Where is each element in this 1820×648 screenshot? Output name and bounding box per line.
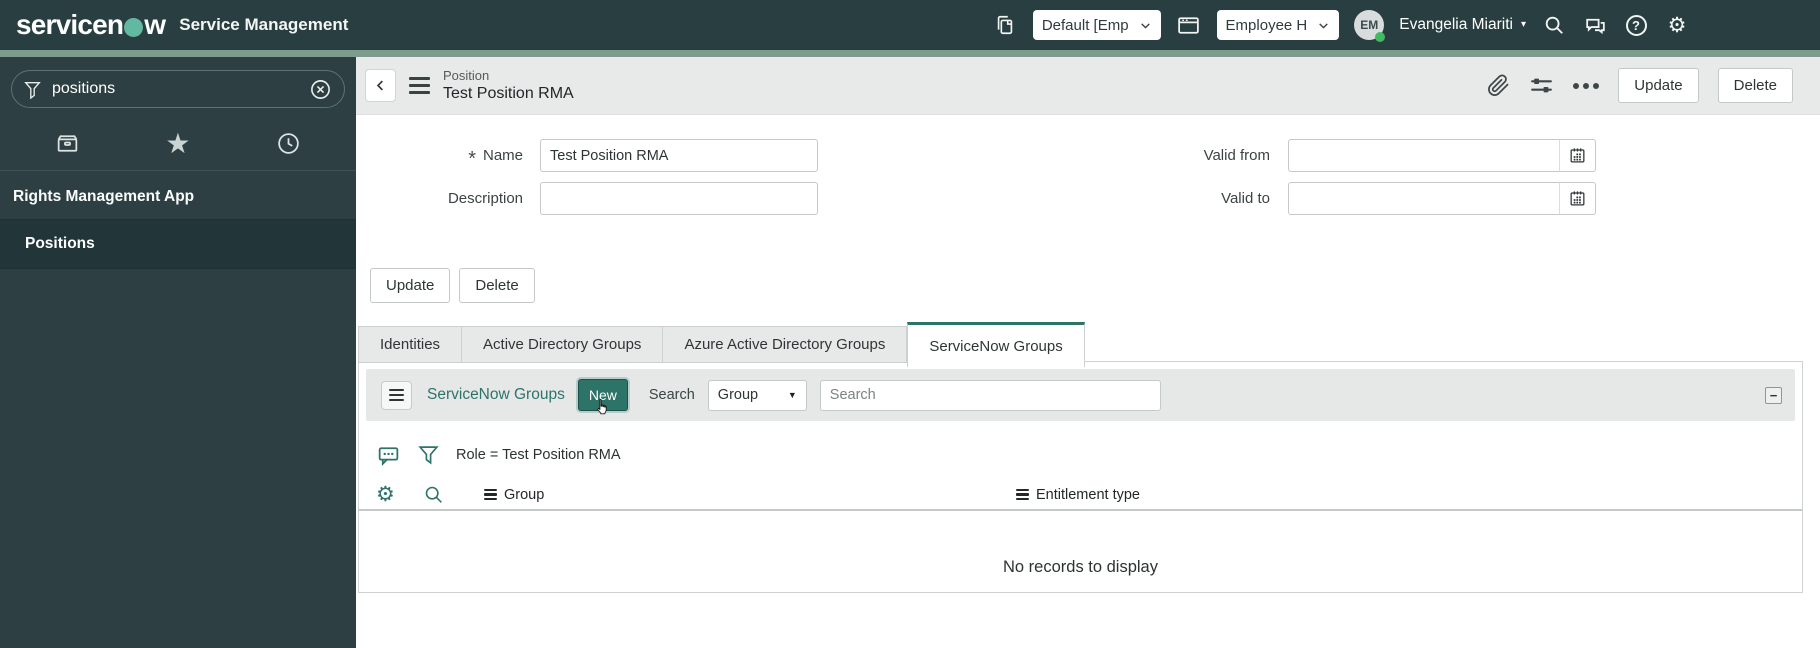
form-delete-button[interactable]: Delete <box>459 268 534 303</box>
record-type: Position <box>443 68 574 84</box>
banner-controls: Default [Emp Employee H EM Evangelia Mia… <box>992 0 1690 50</box>
column-menu-icon <box>484 489 497 501</box>
clear-filter-icon[interactable] <box>309 78 332 101</box>
list-menu-icon[interactable] <box>381 381 412 410</box>
valid-from-label: Valid from <box>1102 147 1270 164</box>
search-column-value: Group <box>718 387 758 403</box>
new-button[interactable]: New <box>578 379 628 411</box>
column-search-icon[interactable] <box>423 484 444 505</box>
product-title: Service Management <box>179 15 348 35</box>
column-header-entitlement-type[interactable]: Entitlement type <box>1016 478 1140 511</box>
tab-identities[interactable]: Identities <box>358 326 462 363</box>
name-field: * Name <box>370 139 818 172</box>
collapse-list-icon[interactable]: − <box>1765 387 1782 404</box>
application-value: Employee H <box>1226 17 1308 34</box>
record-name: Test Position RMA <box>443 84 574 103</box>
banner: servicen w Service Management Default [E… <box>0 0 1820 50</box>
calendar-icon[interactable] <box>1559 182 1596 215</box>
paperclip-icon[interactable] <box>1487 74 1510 97</box>
column-header-group[interactable]: Group <box>484 478 544 511</box>
chevron-down-icon <box>1139 19 1152 32</box>
description-input[interactable] <box>540 182 818 215</box>
tab-active-directory-groups[interactable]: Active Directory Groups <box>462 326 663 363</box>
sidebar-item-label: Positions <box>25 235 95 253</box>
presence-dot <box>1375 32 1385 42</box>
question-mark: ? <box>1626 15 1647 36</box>
gear-icon[interactable]: ⚙ <box>1664 12 1690 38</box>
comment-bubble-icon[interactable] <box>376 443 401 468</box>
tab-azure-active-directory-groups[interactable]: Azure Active Directory Groups <box>663 326 907 363</box>
chat-icon[interactable] <box>1582 12 1608 38</box>
main-content: Position Test Position RMA Update Delete <box>356 57 1820 648</box>
global-search-icon[interactable] <box>1541 12 1567 38</box>
list-header-row: ⚙ Group Entitlement type <box>359 478 1802 511</box>
sliders-icon[interactable] <box>1529 73 1554 98</box>
personalize-gear-icon[interactable]: ⚙ <box>376 484 395 505</box>
application-navigator: ★ Rights Management App Positions <box>0 57 356 648</box>
form-update-button[interactable]: Update <box>370 268 450 303</box>
navigator-filter[interactable] <box>11 70 345 108</box>
record-header: Position Test Position RMA Update Delete <box>356 57 1820 115</box>
copy-pages-icon[interactable] <box>992 12 1018 38</box>
valid-from-input[interactable] <box>1288 139 1560 172</box>
update-set-picker[interactable]: Default [Emp <box>1033 10 1161 40</box>
avatar[interactable]: EM <box>1354 10 1384 40</box>
back-button[interactable] <box>365 69 396 102</box>
sidebar-item-positions[interactable]: Positions <box>0 219 356 269</box>
context-menu-icon[interactable] <box>409 77 430 94</box>
valid-to-label: Valid to <box>1102 190 1270 207</box>
valid-to-input[interactable] <box>1288 182 1560 215</box>
select-arrow-icon: ▼ <box>788 390 797 400</box>
servicenow-groups-panel: ServiceNow Groups New Search Group ▼ − <box>358 361 1803 593</box>
record-header-actions: Update Delete <box>1487 68 1793 103</box>
list-search-input[interactable] <box>820 380 1161 411</box>
logo-o-icon <box>124 18 143 37</box>
empty-state-message: No records to display <box>359 558 1802 577</box>
search-column-select[interactable]: Group ▼ <box>708 380 807 411</box>
list-toolbar: ServiceNow Groups New Search Group ▼ − <box>366 369 1795 421</box>
update-set-value: Default [Emp <box>1042 17 1129 34</box>
logo-text-right: w <box>144 9 165 41</box>
navigator-tabs: ★ <box>0 117 356 171</box>
list-breadcrumb-row: Role = Test Position RMA <box>376 438 621 472</box>
column-menu-icon <box>1016 489 1029 501</box>
application-picker[interactable]: Employee H <box>1217 10 1340 40</box>
name-label: * Name <box>370 147 523 164</box>
description-label: Description <box>370 190 523 207</box>
search-label: Search <box>649 387 695 403</box>
name-input[interactable] <box>540 139 818 172</box>
avatar-initials: EM <box>1360 18 1378 32</box>
calendar-icon[interactable] <box>1559 139 1596 172</box>
history-clock-icon[interactable] <box>269 124 309 164</box>
user-name: Evangelia Miariti <box>1399 16 1513 34</box>
window-icon[interactable] <box>1176 12 1202 38</box>
list-title: ServiceNow Groups <box>427 386 565 404</box>
navigator-filter-input[interactable] <box>52 80 309 98</box>
favorites-star-icon[interactable]: ★ <box>158 124 198 164</box>
required-icon: * <box>468 153 476 159</box>
chevron-down-icon <box>1317 19 1330 32</box>
more-options-icon[interactable] <box>1573 83 1599 89</box>
accent-strip <box>0 50 1820 57</box>
update-button[interactable]: Update <box>1618 68 1698 103</box>
filter-funnel-icon[interactable] <box>418 444 439 467</box>
record-title-block: Position Test Position RMA <box>443 68 574 103</box>
help-icon[interactable]: ? <box>1623 12 1649 38</box>
filter-funnel-icon <box>24 80 41 99</box>
valid-to-field: Valid to <box>1102 182 1596 215</box>
filter-breadcrumb[interactable]: Role = Test Position RMA <box>456 447 621 463</box>
tab-servicenow-groups[interactable]: ServiceNow Groups <box>907 322 1084 367</box>
logo-text-left: servicen <box>16 9 123 41</box>
caret-down-icon: ▾ <box>1521 20 1526 30</box>
application-label: Rights Management App <box>0 171 356 219</box>
servicenow-logo[interactable]: servicen w <box>16 9 165 41</box>
all-applications-icon[interactable] <box>47 124 87 164</box>
related-list-tabs: Identities Active Directory Groups Azure… <box>358 322 1085 363</box>
description-field: Description <box>370 182 818 215</box>
delete-button[interactable]: Delete <box>1718 68 1793 103</box>
user-menu[interactable]: Evangelia Miariti ▾ <box>1399 16 1526 34</box>
form-buttons: Update Delete <box>370 268 535 303</box>
valid-from-field: Valid from <box>1102 139 1596 172</box>
